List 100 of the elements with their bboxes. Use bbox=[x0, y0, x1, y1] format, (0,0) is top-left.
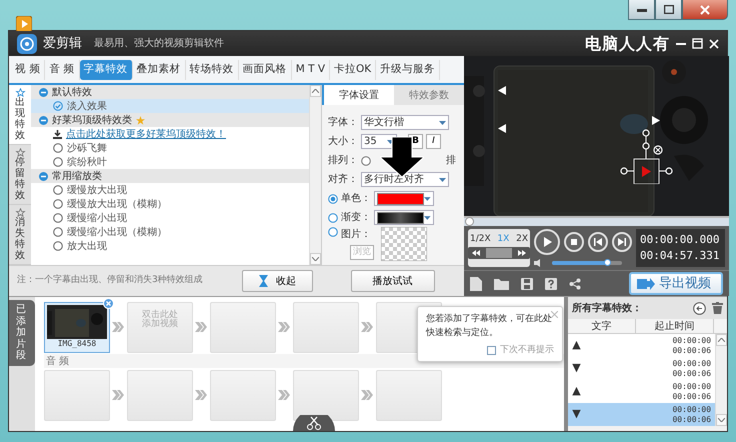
play-icon bbox=[542, 237, 552, 247]
group-title: 常用缩放类 bbox=[52, 170, 102, 184]
radio-icon[interactable] bbox=[328, 212, 338, 222]
scroll-up-button[interactable] bbox=[716, 334, 728, 346]
field-label: 对齐： bbox=[328, 172, 358, 187]
field-label: 排列： bbox=[328, 154, 358, 168]
collapse-icon bbox=[39, 116, 48, 124]
close-button[interactable] bbox=[682, 0, 728, 20]
hourglass-icon bbox=[259, 275, 268, 287]
panel-title: 所有字幕特效： bbox=[572, 301, 642, 316]
previous-frame-button[interactable] bbox=[588, 232, 608, 252]
scroll-down-button[interactable] bbox=[716, 414, 728, 426]
logo-icon bbox=[17, 34, 37, 54]
tab[interactable]: 视 频 bbox=[11, 60, 46, 80]
tab[interactable]: 转场特效 bbox=[186, 60, 239, 80]
tab[interactable]: 升级与服务 bbox=[376, 60, 440, 80]
scissors-icon[interactable] bbox=[292, 415, 335, 431]
tab[interactable]: 画面风格 bbox=[238, 60, 292, 80]
stop-icon bbox=[569, 237, 579, 247]
volume-thumb[interactable] bbox=[604, 259, 611, 266]
chevron-icon bbox=[195, 390, 208, 400]
download-link[interactable]: 点击此处获取更多好莱坞顶级特效！ bbox=[66, 126, 226, 142]
maximize-button[interactable] bbox=[655, 0, 682, 20]
next-frame-icon bbox=[617, 237, 627, 247]
subtitle-row[interactable]: ▲ 00:00:00 00:00:06 bbox=[568, 380, 716, 403]
tab[interactable]: 卡拉OK bbox=[330, 60, 376, 80]
color-select[interactable] bbox=[374, 191, 434, 206]
up-icon bbox=[718, 338, 726, 342]
subtitle-row[interactable]: ▲ 00:00:00 00:00:06 bbox=[568, 334, 716, 357]
empty-slot[interactable] bbox=[292, 370, 359, 420]
transparency-swatch bbox=[381, 227, 427, 261]
chevron-icon bbox=[195, 322, 208, 332]
export-button[interactable]: 导出视频 bbox=[629, 272, 723, 295]
italic-button[interactable]: I bbox=[426, 134, 441, 149]
column-header: 文字 bbox=[568, 319, 636, 333]
chevron-icon bbox=[112, 390, 124, 400]
group-header[interactable]: 默认特效 bbox=[31, 85, 309, 99]
star-icon bbox=[14, 208, 26, 217]
group-title: 好莱坞顶级特效类 bbox=[52, 114, 132, 128]
app-slogan: 最易用、强大的视频剪辑软件 bbox=[94, 36, 224, 51]
dropdown-icon bbox=[439, 120, 446, 124]
note-text: 注：一个字幕由出现、停留和消失3种特效组成 bbox=[17, 274, 203, 288]
chevron-icon bbox=[361, 322, 374, 332]
shuttle-drawing[interactable] bbox=[468, 246, 530, 258]
field-label: 大小： bbox=[328, 134, 358, 149]
save-icon[interactable] bbox=[521, 278, 533, 290]
folder-icon[interactable] bbox=[494, 278, 509, 290]
up-icon bbox=[312, 89, 319, 93]
chevron-icon bbox=[361, 390, 374, 400]
subtitle-row[interactable]: ▼ 00:00:00 00:00:06 bbox=[568, 357, 716, 380]
side-tab[interactable]: 消失特效 bbox=[9, 205, 31, 265]
close-icon bbox=[700, 4, 710, 14]
radio-icon[interactable] bbox=[328, 194, 338, 204]
minimize-button[interactable] bbox=[628, 0, 655, 20]
side-tab[interactable]: 出现特效 bbox=[9, 85, 31, 145]
new-file-icon[interactable] bbox=[470, 276, 482, 290]
speed-option[interactable]: 1/2X bbox=[468, 233, 493, 246]
clip-name: IMG_8458 bbox=[56, 338, 98, 348]
collapse-button[interactable]: 收起 bbox=[242, 270, 313, 292]
track-tab[interactable]: 已添加片段 bbox=[9, 300, 35, 366]
group-header[interactable]: 常用缩放类 bbox=[31, 169, 309, 183]
field-label: 单色： bbox=[341, 192, 371, 206]
minimize-icon bbox=[636, 8, 646, 12]
tab[interactable]: M T V bbox=[292, 60, 330, 80]
share-icon[interactable] bbox=[569, 278, 581, 290]
group-header[interactable]: 好莱坞顶级特效类 bbox=[31, 113, 309, 127]
app-icon bbox=[16, 16, 32, 32]
play-button[interactable] bbox=[534, 229, 560, 255]
trash-icon[interactable] bbox=[712, 302, 724, 314]
chevron-icon bbox=[278, 390, 290, 400]
effect-item[interactable]: 淡入效果 bbox=[31, 99, 309, 113]
down-icon bbox=[312, 257, 319, 261]
radio-icon[interactable] bbox=[328, 227, 338, 237]
overlay-caption: 电脑人人有 bbox=[585, 32, 670, 54]
app-name: 爱剪辑 bbox=[43, 34, 82, 53]
preview-button[interactable]: 播放试试 bbox=[350, 270, 434, 292]
settings-tab[interactable]: 字体设置 bbox=[322, 85, 394, 105]
star-icon bbox=[14, 148, 26, 157]
side-tab[interactable]: 停留特效 bbox=[9, 145, 31, 205]
progress-thumb[interactable] bbox=[465, 217, 474, 226]
remove-icon[interactable] bbox=[102, 298, 114, 308]
radio-icon[interactable] bbox=[361, 156, 371, 166]
volume-track[interactable] bbox=[552, 261, 622, 265]
stop-button[interactable] bbox=[564, 232, 584, 252]
back-icon[interactable] bbox=[693, 302, 706, 314]
previous-frame-icon bbox=[593, 237, 603, 247]
font-select[interactable]: 华文行楷 bbox=[361, 115, 449, 130]
restore-icon[interactable] bbox=[692, 38, 703, 49]
gradient-select[interactable] bbox=[374, 210, 434, 225]
maximize-icon bbox=[664, 5, 674, 14]
tab[interactable]: 叠加素材 bbox=[132, 60, 186, 80]
dropdown-icon bbox=[439, 178, 446, 182]
checkbox[interactable] bbox=[487, 346, 496, 356]
column-header: 起止时间 bbox=[636, 319, 714, 333]
help-icon[interactable] bbox=[545, 278, 557, 290]
speed-option[interactable]: 2X bbox=[514, 233, 530, 246]
next-frame-button[interactable] bbox=[612, 232, 632, 252]
subtitle-row[interactable]: ▼ 00:00:00 00:00:06 bbox=[568, 403, 716, 426]
marker-icon bbox=[498, 86, 506, 95]
option-label: 排 bbox=[446, 154, 456, 168]
